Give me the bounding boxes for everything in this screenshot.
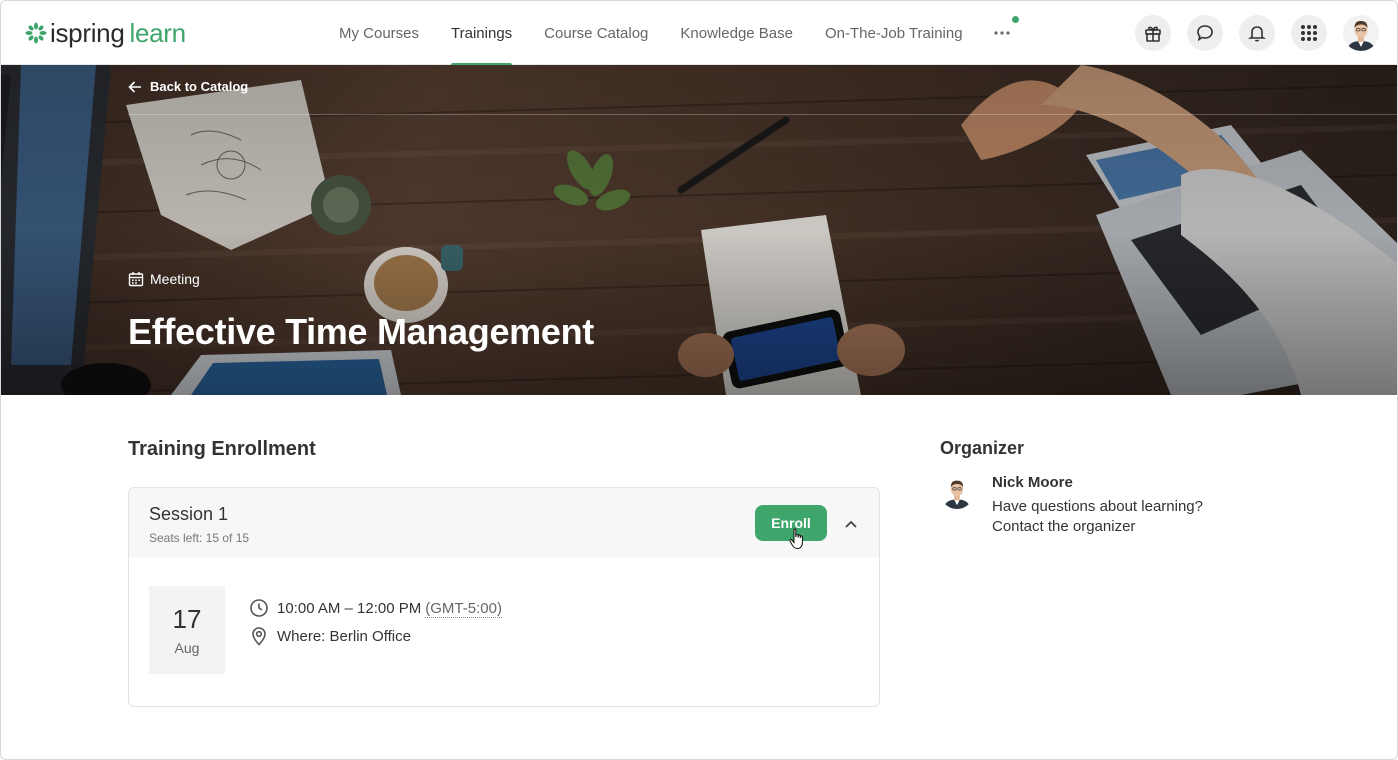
- nav-more-button[interactable]: [979, 1, 1025, 65]
- organizer-name: Nick Moore: [992, 474, 1073, 491]
- training-type: Meeting: [128, 271, 200, 287]
- user-avatar[interactable]: [1343, 15, 1379, 51]
- session-time-row: 10:00 AM – 12:00 PM (GMT-5:00): [249, 598, 502, 618]
- ispring-logo[interactable]: ispring learn: [25, 18, 186, 48]
- nav-on-the-job-training[interactable]: On-The-Job Training: [809, 1, 979, 65]
- hero-divider: [128, 114, 1397, 115]
- session-location: Where: Berlin Office: [277, 627, 411, 645]
- app-window: ispring learn My Courses Trainings Cours…: [0, 0, 1398, 760]
- ispring-logo-icon: [25, 22, 47, 44]
- organizer-avatar: [940, 475, 974, 509]
- back-to-catalog-label: Back to Catalog: [150, 79, 249, 94]
- organizer-avatar-icon: [940, 475, 974, 509]
- session-date: 17 Aug: [149, 586, 225, 674]
- contact-organizer-link[interactable]: Contact the organizer: [992, 518, 1135, 535]
- chat-icon: [1197, 25, 1213, 42]
- session-date-month: Aug: [174, 640, 200, 656]
- gift-icon: [1145, 26, 1161, 42]
- session-header: Session 1 Seats left: 15 of 15 Enroll: [129, 488, 879, 558]
- top-header: ispring learn My Courses Trainings Cours…: [1, 1, 1397, 66]
- notifications-button[interactable]: [1239, 15, 1275, 51]
- apps-grid-icon: [1301, 25, 1317, 41]
- session-seats: Seats left: 15 of 15: [149, 531, 250, 545]
- clock-icon: [250, 599, 268, 617]
- notification-dot: [1011, 16, 1019, 23]
- organizer-heading: Organizer: [940, 438, 1025, 458]
- nav-knowledge-base[interactable]: Knowledge Base: [664, 1, 809, 65]
- nav-my-courses[interactable]: My Courses: [323, 1, 435, 65]
- hero-banner: Back to Catalog Meeting Effective Time M…: [1, 65, 1397, 395]
- main-nav: My Courses Trainings Course Catalog Know…: [323, 1, 1025, 66]
- session-location-row: Where: Berlin Office: [249, 626, 411, 646]
- header-actions: [1135, 15, 1379, 51]
- session-date-day: 17: [172, 604, 202, 634]
- back-to-catalog-link[interactable]: Back to Catalog: [128, 79, 248, 94]
- more-dots-icon: [993, 31, 1010, 35]
- nav-trainings[interactable]: Trainings: [435, 1, 528, 66]
- organizer-question: Have questions about learning?: [992, 498, 1203, 515]
- hand-pointer-cursor-icon: [789, 528, 803, 550]
- user-avatar-icon: [1343, 15, 1379, 51]
- session-name: Session 1: [149, 504, 229, 524]
- logo-word-learn: learn: [129, 18, 187, 48]
- session-timezone[interactable]: (GMT-5:00): [425, 599, 502, 618]
- gift-button[interactable]: [1135, 15, 1171, 51]
- logo-word-ispring: ispring: [50, 18, 125, 48]
- training-enrollment-heading: Training Enrollment: [128, 438, 316, 460]
- session-card: Session 1 Seats left: 15 of 15 Enroll 17…: [128, 487, 880, 707]
- training-title: Effective Time Management: [128, 311, 594, 352]
- apps-button[interactable]: [1291, 15, 1327, 51]
- chevron-up-icon[interactable]: [841, 514, 861, 534]
- location-pin-icon: [252, 627, 266, 646]
- session-time: 10:00 AM – 12:00 PM: [277, 599, 422, 617]
- chat-button[interactable]: [1187, 15, 1223, 51]
- arrow-left-icon: [128, 80, 141, 93]
- bell-icon: [1247, 26, 1267, 42]
- training-type-label: Meeting: [150, 271, 200, 287]
- nav-course-catalog[interactable]: Course Catalog: [528, 1, 664, 65]
- calendar-icon: [128, 272, 144, 287]
